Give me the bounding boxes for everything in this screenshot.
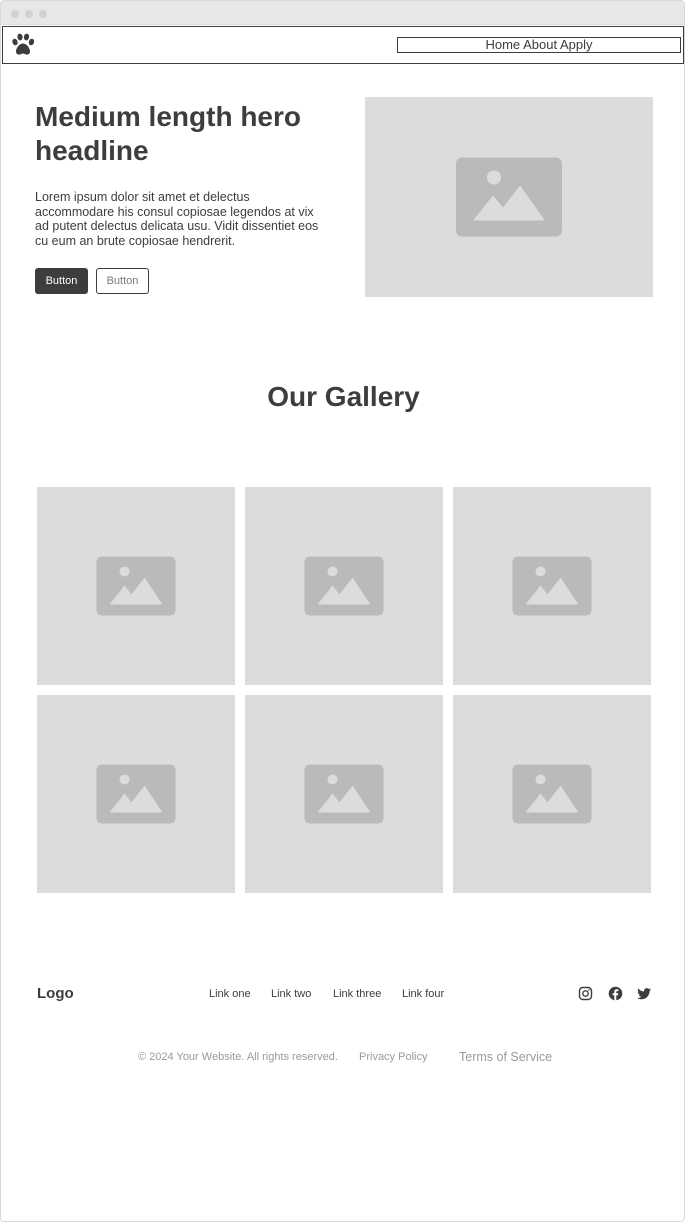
image-placeholder-icon	[304, 764, 384, 824]
hero-primary-button[interactable]: Button	[35, 268, 88, 294]
paw-icon[interactable]	[10, 32, 36, 58]
image-placeholder-icon	[512, 764, 592, 824]
hero-body-text: Lorem ipsum dolor sit amet et delectus a…	[35, 190, 319, 248]
image-placeholder-icon	[456, 157, 562, 237]
hero-secondary-button[interactable]: Button	[96, 268, 149, 294]
nav-link-about[interactable]: About	[523, 37, 557, 52]
gallery-image[interactable]	[37, 487, 235, 685]
window-titlebar	[1, 1, 684, 25]
gallery-image[interactable]	[245, 487, 443, 685]
window-dot	[11, 10, 19, 18]
window-dot	[25, 10, 33, 18]
footer-link-two[interactable]: Link two	[271, 988, 311, 1000]
gallery-image[interactable]	[37, 695, 235, 893]
facebook-icon[interactable]	[608, 986, 623, 1001]
nav-link-apply[interactable]: Apply	[560, 37, 593, 52]
footer-copyright: © 2024 Your Website. All rights reserved…	[138, 1051, 338, 1063]
image-placeholder-icon	[96, 556, 176, 616]
image-placeholder-icon	[512, 556, 592, 616]
gallery-image[interactable]	[245, 695, 443, 893]
image-placeholder-icon	[96, 764, 176, 824]
hero-headline: Medium length hero headline	[35, 101, 301, 166]
image-placeholder-icon	[304, 556, 384, 616]
instagram-icon[interactable]	[578, 986, 593, 1001]
footer-privacy-link[interactable]: Privacy Policy	[359, 1051, 427, 1063]
gallery-image[interactable]	[453, 487, 651, 685]
twitter-icon[interactable]	[637, 986, 652, 1001]
hero-image	[365, 97, 653, 297]
browser-window: Home About Apply Medium length hero head…	[0, 0, 685, 1222]
footer-link-three[interactable]: Link three	[333, 988, 381, 1000]
footer-terms-link[interactable]: Terms of Service	[459, 1050, 552, 1064]
footer-logo[interactable]: Logo	[37, 985, 74, 1002]
footer-link-four[interactable]: Link four	[402, 988, 444, 1000]
nav-link-home[interactable]: Home	[485, 37, 520, 52]
nav-links: Home About Apply	[397, 37, 681, 53]
navbar: Home About Apply	[2, 26, 684, 64]
footer-link-one[interactable]: Link one	[209, 988, 251, 1000]
gallery-image[interactable]	[453, 695, 651, 893]
gallery-title: Our Gallery	[267, 381, 420, 412]
window-dot	[39, 10, 47, 18]
